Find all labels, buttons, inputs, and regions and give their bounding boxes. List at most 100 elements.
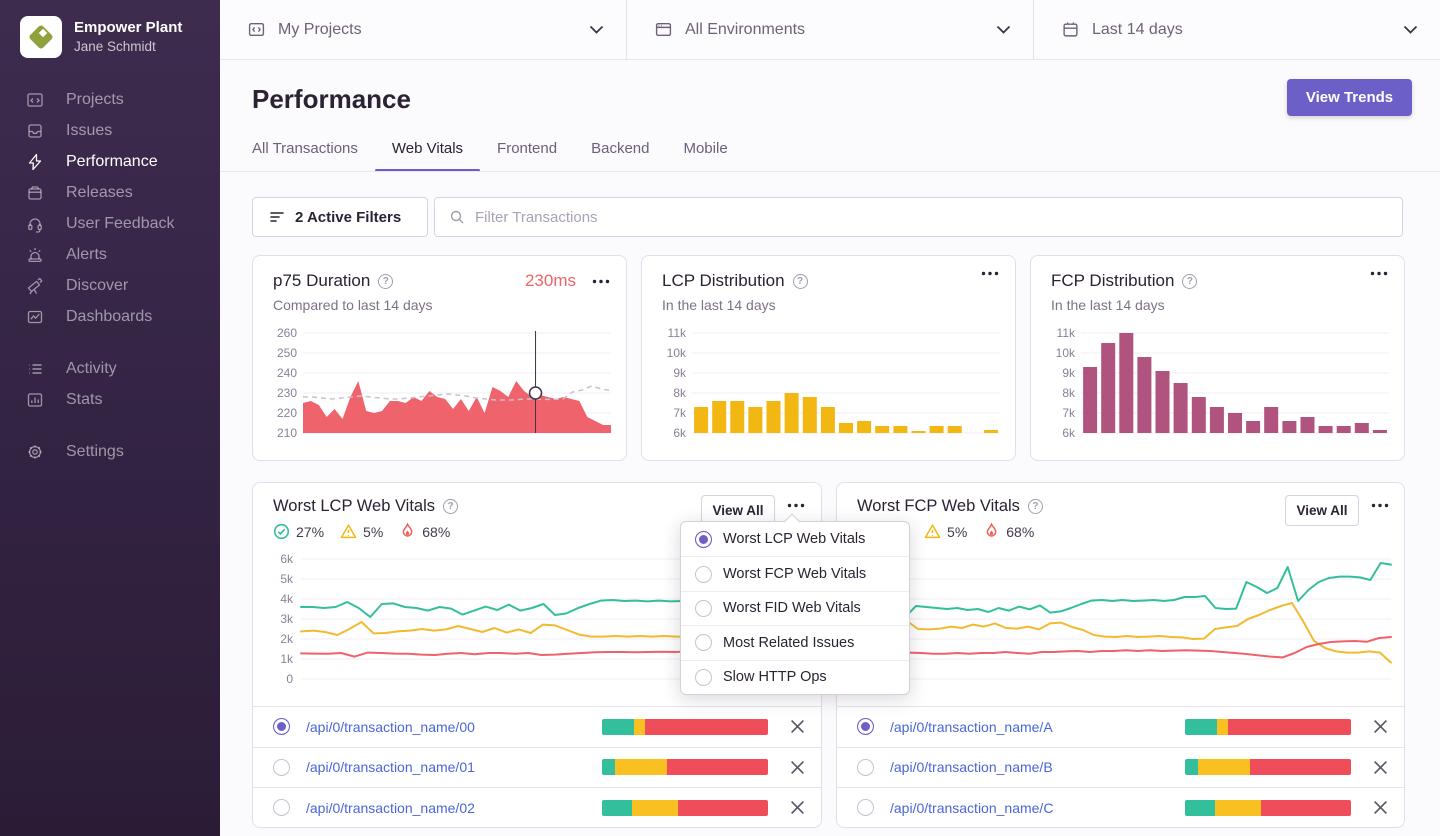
discover-icon — [26, 277, 44, 295]
option-radio[interactable] — [695, 634, 712, 652]
transaction-list: /api/0/transaction_name/00 /api/0/transa… — [253, 706, 821, 828]
app-root: Empower Plant Jane Schmidt Projects Issu… — [0, 0, 1440, 836]
sidebar-item-stats[interactable]: Stats — [0, 384, 220, 415]
settings-icon — [26, 443, 44, 461]
tab-web-vitals[interactable]: Web Vitals — [374, 140, 481, 172]
dropdown-item-label: Slow HTTP Ops — [723, 669, 827, 686]
sidebar-item-alerts[interactable]: Alerts — [0, 239, 220, 270]
help-icon[interactable] — [443, 499, 459, 514]
close-icon[interactable] — [1373, 760, 1388, 775]
search-icon — [449, 209, 465, 225]
transaction-link[interactable]: /api/0/transaction_name/C — [890, 800, 1177, 816]
close-icon[interactable] — [790, 719, 805, 734]
close-icon[interactable] — [1373, 719, 1388, 734]
option-radio[interactable] — [695, 530, 712, 548]
project-filter-dropdown[interactable]: My Projects — [220, 0, 626, 59]
overflow-menu-icon[interactable] — [981, 271, 999, 276]
meh-percent: 5% — [947, 523, 968, 540]
page-title: Performance — [252, 84, 411, 114]
overflow-menu-icon[interactable] — [1371, 503, 1389, 508]
transaction-link[interactable]: /api/0/transaction_name/00 — [306, 719, 594, 735]
tabs-divider — [220, 171, 1440, 172]
sidebar-item-settings[interactable]: Settings — [0, 436, 220, 467]
help-icon[interactable] — [792, 273, 808, 289]
help-icon[interactable] — [378, 273, 394, 289]
sidebar-item-releases[interactable]: Releases — [0, 177, 220, 208]
dropdown-item-slow-http-ops[interactable]: Slow HTTP Ops — [681, 659, 909, 694]
help-icon[interactable] — [1027, 499, 1043, 514]
transaction-radio[interactable] — [857, 718, 874, 736]
tab-backend[interactable]: Backend — [591, 140, 649, 171]
transaction-radio[interactable] — [273, 758, 290, 776]
transaction-link[interactable]: /api/0/transaction_name/02 — [306, 800, 594, 816]
option-radio[interactable] — [695, 599, 712, 617]
p75-duration-chart[interactable] — [303, 331, 612, 434]
chevron-down-icon — [996, 25, 1011, 34]
view-trends-button[interactable]: View Trends — [1287, 79, 1412, 116]
tab-all-transactions[interactable]: All Transactions — [252, 140, 358, 171]
environment-filter-value: All Environments — [685, 20, 806, 38]
sidebar-item-discover[interactable]: Discover — [0, 270, 220, 301]
tab-frontend[interactable]: Frontend — [497, 140, 557, 171]
transaction-link[interactable]: /api/0/transaction_name/A — [890, 719, 1177, 735]
overflow-menu-icon[interactable] — [1370, 271, 1388, 276]
card-title: Worst FCP Web Vitals — [857, 497, 1020, 515]
dropdown-item-most-related-issues[interactable]: Most Related Issues — [681, 625, 909, 659]
close-icon[interactable] — [1373, 800, 1388, 815]
option-radio[interactable] — [695, 565, 712, 583]
y-axis-labels: 260 250 240 230 220 210 — [276, 326, 297, 440]
sidebar-item-user-feedback[interactable]: User Feedback — [0, 208, 220, 239]
fcp-distribution-chart[interactable] — [1081, 332, 1389, 434]
transaction-radio[interactable] — [857, 758, 874, 776]
projects-icon — [26, 91, 44, 109]
sidebar-item-dashboards[interactable]: Dashboards — [0, 301, 220, 332]
table-row: /api/0/transaction_name/A — [837, 706, 1404, 747]
card-mode-dropdown: Worst LCP Web Vitals Worst FCP Web Vital… — [680, 521, 910, 695]
vitals-breakdown-bar — [602, 718, 768, 735]
org-name: Empower Plant — [74, 19, 183, 36]
transaction-radio[interactable] — [273, 799, 290, 817]
option-radio[interactable] — [695, 668, 712, 686]
transaction-link[interactable]: /api/0/transaction_name/B — [890, 759, 1177, 775]
table-row: /api/0/transaction_name/C — [837, 787, 1404, 828]
vitals-summary: 27% 5% 68% — [273, 523, 458, 540]
vitals-breakdown-bar — [602, 759, 768, 776]
help-icon[interactable] — [1182, 273, 1198, 289]
transaction-radio[interactable] — [857, 799, 874, 817]
table-row: /api/0/transaction_name/B — [837, 746, 1404, 788]
sidebar-item-performance[interactable]: Performance — [0, 146, 220, 177]
dropdown-item-worst-fid[interactable]: Worst FID Web Vitals — [681, 590, 909, 625]
tab-mobile[interactable]: Mobile — [683, 140, 727, 171]
sidebar-item-issues[interactable]: Issues — [0, 115, 220, 146]
close-icon[interactable] — [790, 760, 805, 775]
search-input[interactable] — [475, 208, 1388, 226]
overflow-menu-icon[interactable] — [787, 503, 805, 508]
sidebar-item-projects[interactable]: Projects — [0, 84, 220, 115]
performance-icon — [26, 153, 44, 171]
sidebar-item-label: Issues — [66, 121, 113, 139]
card-title: Worst LCP Web Vitals — [273, 497, 436, 515]
vitals-breakdown-bar — [1185, 799, 1351, 816]
environment-filter-dropdown[interactable]: All Environments — [626, 0, 1033, 59]
p75-duration-card: p75 Duration 230ms Compared to last 14 d… — [252, 255, 627, 461]
close-icon[interactable] — [790, 800, 805, 815]
org-logo-icon — [20, 16, 62, 58]
lcp-distribution-chart[interactable] — [692, 332, 1000, 434]
dropdown-item-worst-fcp[interactable]: Worst FCP Web Vitals — [681, 556, 909, 590]
filter-icon — [269, 209, 285, 225]
dashboards-icon — [26, 308, 44, 326]
transaction-radio[interactable] — [273, 718, 290, 736]
date-range-value: Last 14 days — [1092, 20, 1183, 38]
worst-fcp-chart[interactable] — [884, 558, 1392, 680]
active-filters-button[interactable]: 2 Active Filters — [252, 197, 428, 237]
dropdown-item-worst-lcp[interactable]: Worst LCP Web Vitals — [681, 522, 909, 556]
sidebar-item-activity[interactable]: Activity — [0, 353, 220, 384]
transaction-link[interactable]: /api/0/transaction_name/01 — [306, 759, 594, 775]
org-switcher[interactable]: Empower Plant Jane Schmidt — [20, 16, 182, 58]
view-all-button[interactable]: View All — [1285, 495, 1359, 526]
overflow-menu-icon[interactable] — [592, 279, 610, 284]
transaction-search — [434, 197, 1403, 237]
card-title: LCP Distribution — [662, 271, 785, 290]
date-range-dropdown[interactable]: Last 14 days — [1033, 0, 1440, 59]
sidebar-item-label: Settings — [66, 442, 124, 460]
